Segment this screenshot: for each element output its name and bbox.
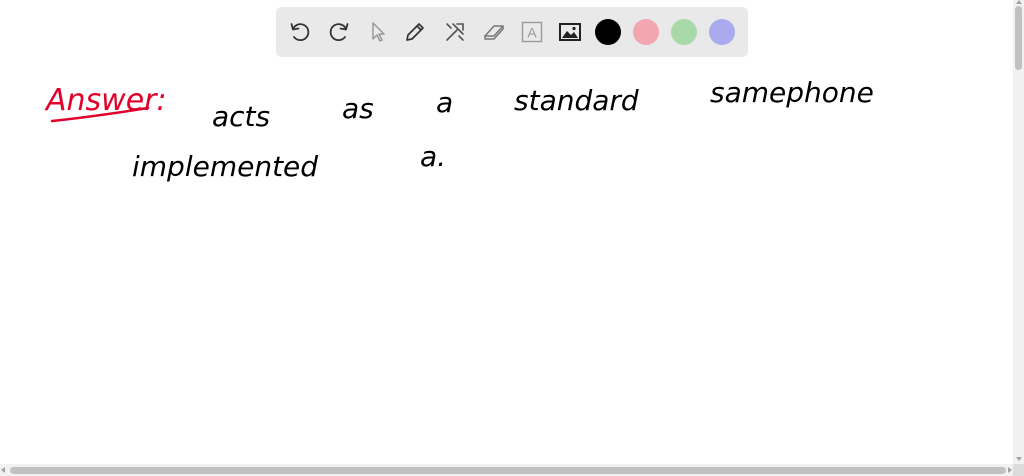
pencil-icon (406, 23, 424, 41)
redo-button[interactable] (326, 19, 352, 45)
select-button[interactable] (365, 19, 391, 45)
word-a: a (436, 86, 453, 119)
redo-icon (329, 23, 349, 42)
drawing-toolbar: A (276, 7, 748, 57)
color-swatch-purple[interactable] (709, 19, 735, 45)
tools-button[interactable] (442, 19, 468, 45)
pen-button[interactable] (402, 19, 428, 45)
tools-icon (446, 23, 464, 41)
image-icon (559, 23, 581, 41)
cursor-icon (372, 22, 385, 42)
eraser-icon (484, 25, 504, 40)
word-samephone: samephone (710, 76, 874, 109)
scroll-right-arrow-icon[interactable] (1008, 467, 1012, 473)
word-as: as (342, 92, 374, 125)
vertical-scrollbar[interactable] (1013, 0, 1024, 464)
text-button[interactable]: A (519, 19, 545, 45)
horizontal-scrollbar[interactable] (0, 464, 1013, 476)
word-acts: acts (212, 100, 270, 133)
handwritten-notes: Answer: acts as a standard samephone imp… (44, 76, 874, 183)
eraser-button[interactable] (481, 19, 507, 45)
vertical-scroll-thumb[interactable] (1015, 6, 1022, 70)
undo-icon (290, 23, 310, 42)
word-a-dot: a. (420, 140, 446, 173)
image-button[interactable] (557, 19, 583, 45)
color-swatch-black[interactable] (595, 19, 621, 45)
word-standard: standard (514, 84, 639, 117)
color-swatch-pink[interactable] (633, 19, 659, 45)
undo-button[interactable] (287, 19, 313, 45)
whiteboard-canvas[interactable]: Answer: acts as a standard samephone imp… (0, 0, 1013, 464)
scroll-up-arrow-icon[interactable] (1016, 0, 1022, 4)
scroll-down-arrow-icon[interactable] (1016, 457, 1022, 461)
color-swatch-green[interactable] (671, 19, 697, 45)
answer-label: Answer: (44, 83, 167, 118)
text-box-glyph: A (527, 25, 537, 41)
text-box-icon: A (521, 21, 543, 43)
scroll-left-arrow-icon[interactable] (1, 467, 5, 473)
scrollbar-corner (1013, 464, 1024, 476)
word-implemented: implemented (132, 150, 318, 183)
horizontal-scroll-thumb[interactable] (10, 467, 1006, 474)
